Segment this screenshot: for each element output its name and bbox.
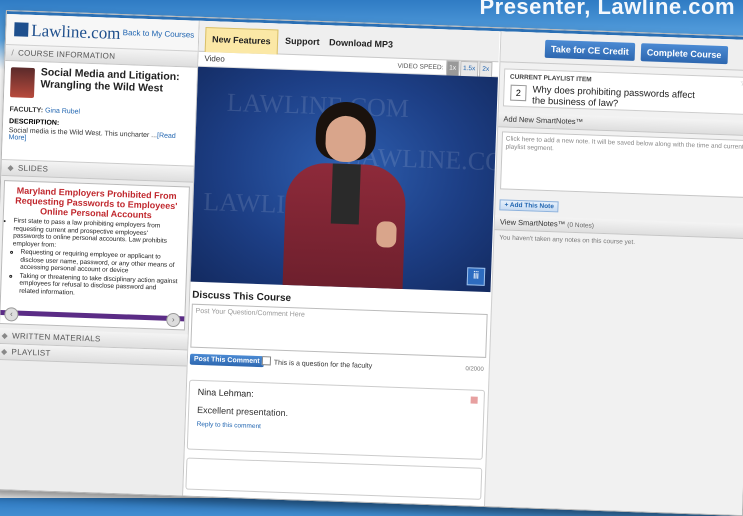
notes-count: (0 Notes) [567, 221, 595, 230]
video-player[interactable]: LAWLINE.COM LAWLINE.COM LAWLINE.COM ⅲ [190, 66, 498, 293]
presenter-figure [282, 100, 409, 293]
playlist-number: 2 [510, 84, 527, 102]
speed-1x-button[interactable]: 1x [445, 60, 460, 77]
tab-support[interactable]: Support [279, 30, 326, 56]
slides-header-label: SLIDES [17, 163, 49, 174]
presenter-avatar [9, 67, 35, 99]
comment-card [185, 457, 483, 500]
description-text: Social media is the Wild West. This unch… [8, 127, 158, 140]
video-label: Video [204, 53, 225, 64]
favorite-star-icon[interactable]: ☆ [740, 78, 743, 89]
presenter-shirt [330, 163, 361, 225]
back-to-courses-link[interactable]: Back to My Courses [123, 28, 195, 39]
faculty-label: FACULTY: [9, 106, 44, 115]
slide-next-icon[interactable]: › [166, 312, 181, 328]
faculty-name-link[interactable]: Gina Rubel [45, 107, 80, 115]
app-window: Lawline.com Back to My Courses / COURSE I… [0, 10, 743, 516]
logo[interactable]: Lawline.com [14, 20, 121, 44]
slide-bullets: First state to pass a law prohibiting em… [1, 217, 188, 300]
right-sidebar: Take for CE Credit Complete Course CURRE… [483, 31, 743, 516]
slide-sub-bullet: Taking or threatening to take disciplina… [19, 272, 178, 300]
expand-icon: ◆ [7, 163, 15, 173]
comment-card: Nina Lehman: Excellent presentation. Rep… [186, 379, 486, 460]
banner-caption: Presenter, Lawline.com [479, 0, 735, 19]
collapse-icon: / [11, 48, 15, 58]
course-info-panel: Social Media and Litigation: Wrangling t… [1, 61, 198, 167]
course-title: Social Media and Litigation: Wrangling t… [40, 66, 180, 95]
logo-mark-icon [14, 22, 29, 37]
main-content: New Features Support Download MP3 Video … [183, 20, 500, 506]
brand-bar: Lawline.com Back to My Courses [5, 14, 199, 52]
post-comment-button[interactable]: Post This Comment [189, 353, 264, 368]
playlist-title: Why does prohibiting passwords affect th… [531, 84, 696, 110]
slide-bullet: First state to pass a law prohibiting em… [13, 217, 180, 253]
presenter-face [324, 115, 367, 163]
course-info-header-label: COURSE INFORMATION [17, 48, 116, 61]
speed-label: VIDEO SPEED: [397, 62, 444, 72]
expand-icon: ◆ [1, 331, 9, 341]
written-materials-label: WRITTEN MATERIALS [11, 331, 101, 344]
description-label: DESCRIPTION: [8, 118, 60, 127]
left-sidebar: Lawline.com Back to My Courses / COURSE I… [0, 14, 200, 496]
slide-sublist: Requesting or requiring employee or appl… [11, 248, 179, 300]
comment-author: Nina Lehman: [197, 386, 254, 399]
complete-course-button[interactable]: Complete Course [640, 43, 728, 65]
speed-2x-button[interactable]: 2x [479, 61, 493, 78]
flag-icon[interactable] [470, 396, 478, 404]
faculty-question-option: This is a question for the faculty [261, 356, 373, 370]
slide-viewer: Maryland Employers Prohibited From Reque… [0, 180, 190, 331]
lawline-player-icon: ⅲ [466, 267, 486, 286]
view-notes-label: View SmartNotes™ [499, 217, 566, 229]
faculty-question-label: This is a question for the faculty [273, 359, 373, 370]
faculty-question-checkbox[interactable] [261, 356, 272, 366]
description: Social media is the Wild West. This unch… [8, 127, 190, 147]
slide-prev-icon[interactable]: ‹ [4, 307, 19, 322]
take-ce-credit-button[interactable]: Take for CE Credit [544, 39, 636, 61]
reply-link[interactable]: Reply to this comment [197, 421, 475, 438]
faculty-line: FACULTY: Gina Rubel [9, 106, 80, 115]
tab-download-mp3[interactable]: Download MP3 [323, 31, 400, 58]
tab-new-features[interactable]: New Features [204, 26, 279, 55]
char-count: 0/2000 [465, 366, 484, 373]
logo-text: Lawline.com [30, 20, 121, 44]
playlist-label: PLAYLIST [11, 347, 51, 358]
presenter-hand [375, 221, 397, 248]
note-input[interactable]: Click here to add a new note. It will be… [500, 131, 743, 199]
expand-icon: ◆ [0, 347, 8, 357]
current-playlist-item: CURRENT PLAYLIST ITEM 2 Why does prohibit… [502, 68, 743, 116]
slide-footer-bar [0, 309, 185, 322]
add-note-button[interactable]: + Add This Note [499, 199, 560, 213]
